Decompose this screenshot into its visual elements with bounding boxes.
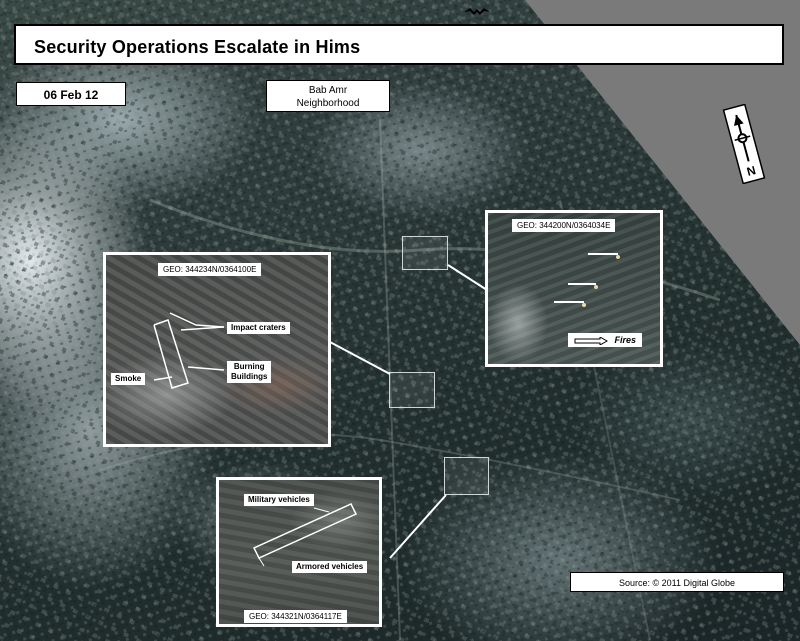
page-title: Security Operations Escalate in Hims	[34, 37, 361, 57]
fires-legend: Fires	[568, 333, 643, 347]
satellite-image: Security Operations Escalate in Hims 06 …	[0, 0, 800, 641]
source-credit: Source: © 2011 Digital Globe	[570, 572, 784, 592]
arrow-right-icon	[574, 335, 609, 346]
vehicle-markers	[252, 503, 358, 567]
target-square-craters	[389, 372, 435, 408]
date-label: 06 Feb 12	[16, 82, 126, 106]
neighborhood-label: Bab Amr Neighborhood	[266, 80, 390, 112]
target-square-fires	[402, 236, 448, 270]
inset-impact-area: GEO: 344234N/0364100E Impact craters Bur…	[103, 252, 331, 447]
title-banner: Security Operations Escalate in Hims	[14, 24, 784, 65]
neighborhood-type: Neighborhood	[296, 98, 360, 109]
neighborhood-name: Bab Amr	[308, 85, 348, 96]
inset-fires-area: GEO: 344200N/0364034E Fires	[485, 210, 663, 367]
inset-impact-markers	[153, 312, 225, 389]
north-arrow-icon: N	[722, 104, 766, 184]
fires-label: Fires	[614, 335, 637, 345]
target-square-vehicles	[444, 457, 489, 495]
bird-logo-icon	[464, 8, 490, 15]
inset-vehicles-area: Military vehicles Armored vehicles GEO: …	[216, 477, 382, 627]
